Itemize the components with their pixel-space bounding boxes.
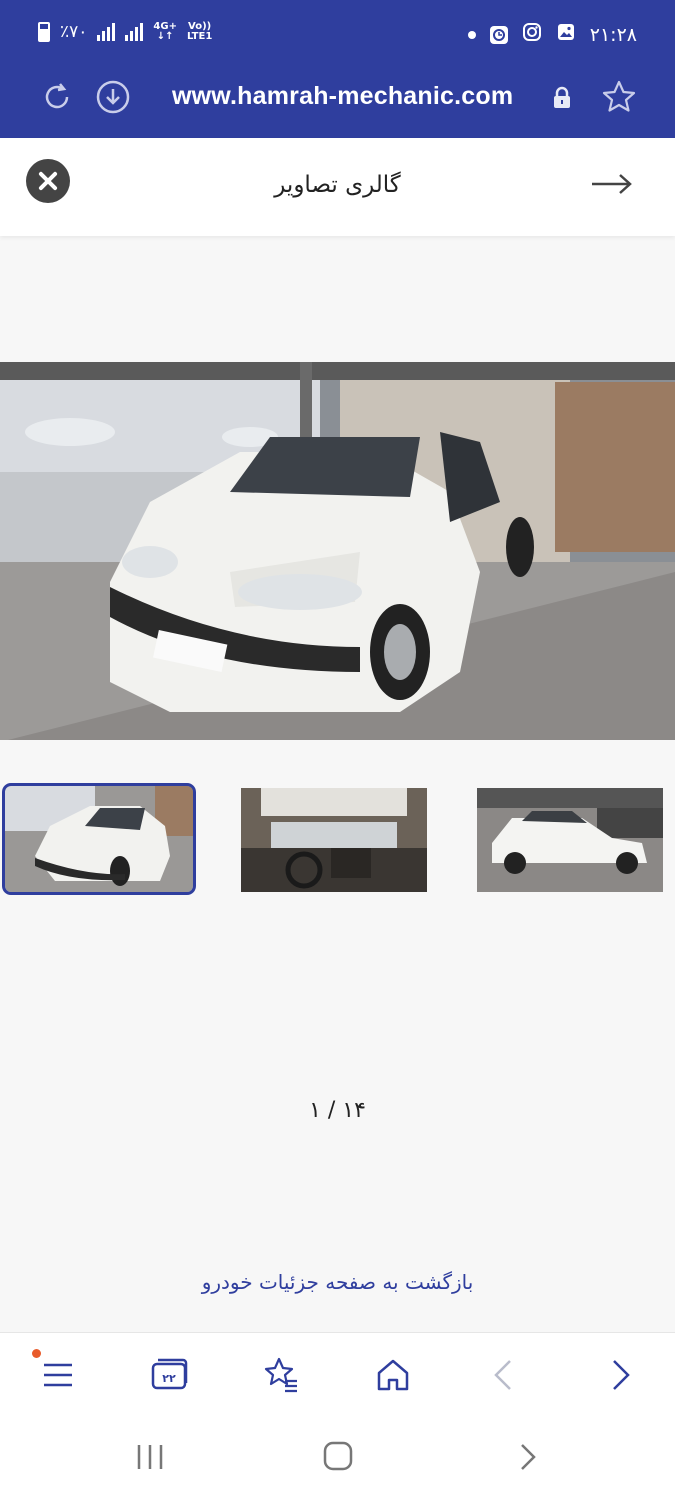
instagram-icon [522, 22, 542, 47]
network-type: 4G+ ↓↑ [153, 21, 177, 42]
recent-apps-icon[interactable] [134, 1442, 166, 1476]
download-icon[interactable] [94, 78, 132, 116]
star-icon[interactable] [600, 78, 638, 120]
tabs-icon[interactable]: ۲۲ [149, 1355, 189, 1395]
gallery-header: گالری تصاویر [0, 138, 675, 236]
system-navigation-bar [0, 1422, 675, 1500]
main-car-photo[interactable] [0, 362, 675, 740]
thumbnail-2[interactable] [241, 788, 427, 892]
bookmarks-icon[interactable] [261, 1355, 301, 1395]
lock-icon[interactable] [552, 86, 572, 114]
back-icon[interactable] [484, 1355, 524, 1395]
url-text[interactable]: www.hamrah-mechanic.com [172, 82, 513, 111]
gallery-app-icon [556, 22, 576, 47]
home-button-icon[interactable] [322, 1440, 354, 1476]
volte-indicator: Vo)) LTE1 [186, 21, 213, 42]
image-counter: ۱ / ۱۴ [309, 1098, 366, 1123]
clock-app-icon [489, 25, 508, 44]
browser-bottom-nav: ۲۲ [0, 1332, 675, 1423]
thumbnail-1[interactable] [2, 783, 196, 895]
battery-level: ٪۷۰ [60, 22, 88, 42]
status-bar: ٪۷۰ 4G+ ↓↑ Vo)) LTE1 ۲۱:۲۸ [0, 0, 675, 72]
tabs-count: ۲۲ [162, 1372, 176, 1385]
signal-icon-2 [125, 23, 144, 41]
thumbnail-3[interactable] [477, 788, 663, 892]
clock-time: ۲۱:۲۸ [589, 23, 637, 46]
notification-dot-icon [467, 30, 476, 39]
back-to-details-link[interactable]: بازگشت به صفحه جزئیات خودرو [0, 1270, 675, 1294]
refresh-icon[interactable] [38, 78, 76, 116]
address-bar: www.hamrah-mechanic.com [0, 72, 675, 138]
forward-icon[interactable] [600, 1355, 640, 1395]
signal-icon [97, 23, 116, 41]
home-icon[interactable] [373, 1355, 413, 1395]
gallery-title: گالری تصاویر [274, 172, 401, 198]
system-back-icon[interactable] [514, 1442, 542, 1476]
arrow-right-icon[interactable] [590, 172, 634, 200]
menu-icon[interactable] [38, 1355, 78, 1395]
browser-top-bar: ٪۷۰ 4G+ ↓↑ Vo)) LTE1 ۲۱:۲۸ www.hamrah-me… [0, 0, 675, 138]
battery-icon [38, 22, 50, 42]
